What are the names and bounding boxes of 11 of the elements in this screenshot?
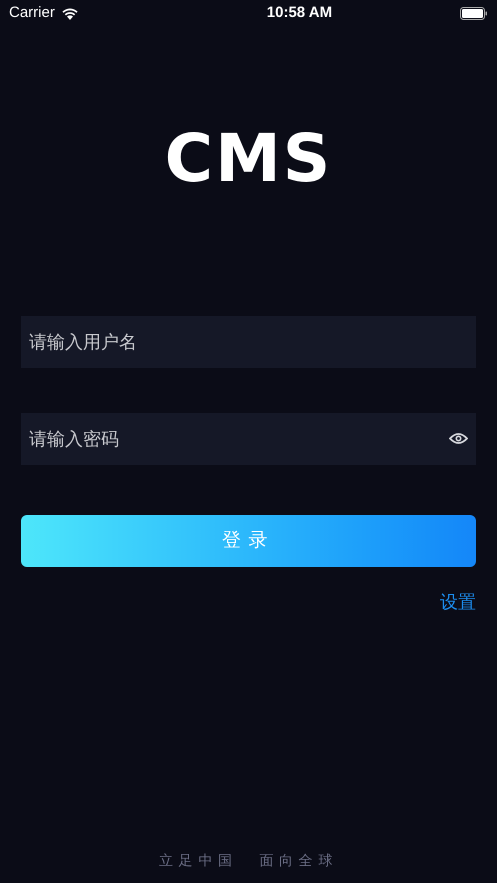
carrier-label: Carrier [9, 2, 55, 23]
password-field[interactable]: 请输入密码 [21, 413, 476, 465]
clock-time: 10:58 AM [266, 2, 332, 23]
settings-link[interactable]: 设置 [440, 589, 476, 616]
slogan-text: 面向全球 [260, 851, 338, 870]
eye-icon[interactable] [449, 432, 468, 445]
battery-icon [460, 6, 488, 20]
wifi-icon [60, 6, 79, 20]
username-field[interactable]: 请输入用户名 [21, 316, 476, 368]
cms-logo: CMS [164, 129, 332, 189]
slogan-text: 立足中国 [159, 851, 238, 870]
